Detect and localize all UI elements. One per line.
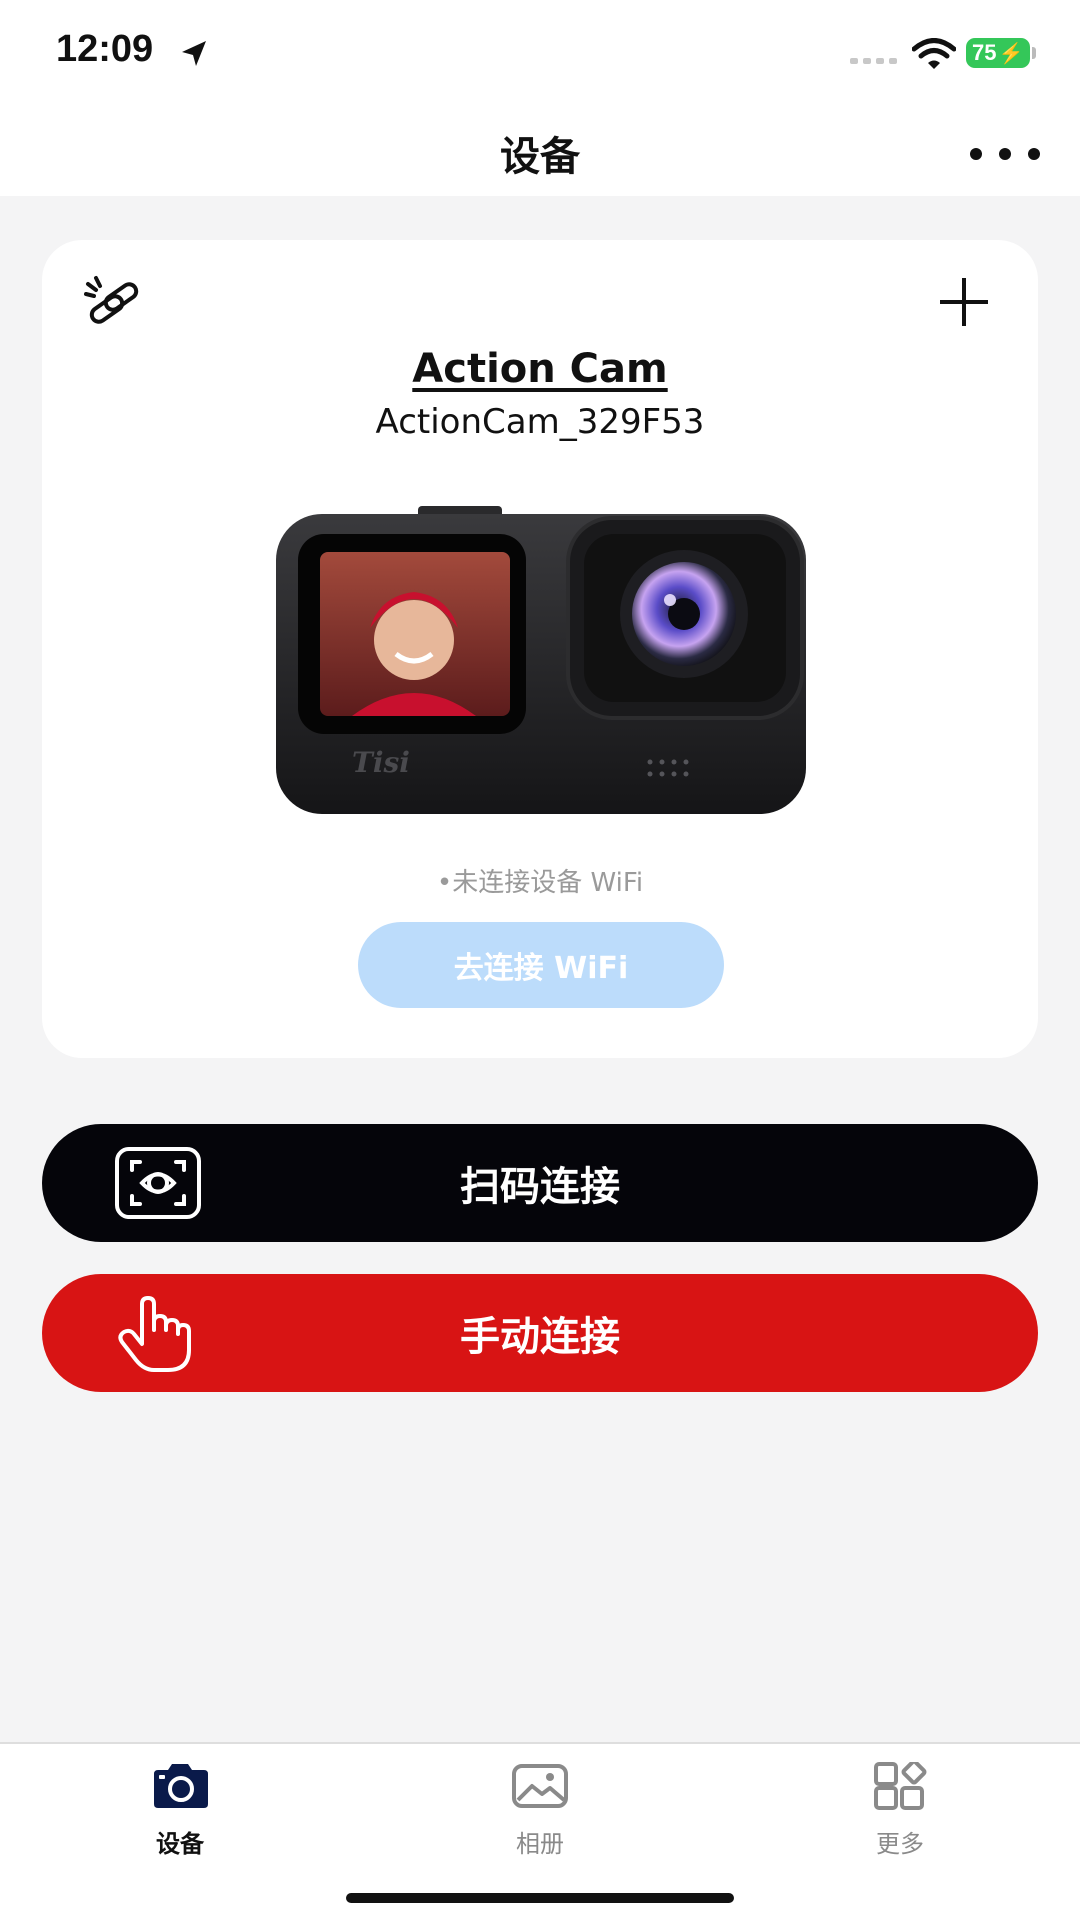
device-card: Action Cam ActionCam_329F53 Tisi •未连接设备 … [42, 240, 1038, 1058]
camera-image: Tisi [276, 506, 806, 814]
camera-icon [154, 1764, 208, 1808]
manual-connect-label: 手动连接 [460, 1314, 620, 1360]
cellular-signal-icon [850, 58, 897, 64]
home-indicator [346, 1893, 734, 1903]
more-button[interactable] [970, 134, 1040, 174]
tab-album[interactable]: 相册 [460, 1762, 620, 1862]
tab-devices[interactable]: 设备 [100, 1762, 260, 1862]
add-icon[interactable] [936, 274, 992, 330]
tab-more-label: 更多 [876, 1830, 924, 1858]
wifi-icon [912, 38, 956, 69]
tab-devices-label: 设备 [156, 1830, 204, 1858]
unlink-icon[interactable] [82, 274, 146, 330]
wifi-status-text: •未连接设备 WiFi [436, 868, 644, 898]
page-title: 设备 [500, 134, 580, 180]
status-time: 12:09 [56, 28, 154, 70]
battery-percent: 75 [972, 40, 997, 65]
tab-album-label: 相册 [516, 1830, 564, 1858]
device-ssid: ActionCam_329F53 [375, 402, 705, 442]
scan-connect-label: 扫码连接 [460, 1164, 620, 1210]
device-name[interactable]: Action Cam [42, 346, 1038, 392]
status-bar: 12:09 75 ⚡ [0, 0, 1080, 110]
connect-wifi-button[interactable]: 去连接 WiFi [358, 922, 724, 1008]
battery-charging-icon: 75 ⚡ [966, 38, 1030, 68]
battery-tip [1032, 47, 1036, 59]
ellipsis-icon [970, 148, 982, 160]
manual-connect-button[interactable]: 手动连接 [42, 1274, 1038, 1392]
nav-bar: 设备 [0, 110, 1080, 196]
location-arrow-icon [182, 41, 206, 66]
scan-connect-button[interactable]: 扫码连接 [42, 1124, 1038, 1242]
tab-more[interactable]: 更多 [820, 1762, 980, 1862]
image-icon [512, 1764, 568, 1808]
svg-text:Tisi: Tisi [352, 746, 410, 779]
apps-grid-icon [874, 1762, 927, 1810]
